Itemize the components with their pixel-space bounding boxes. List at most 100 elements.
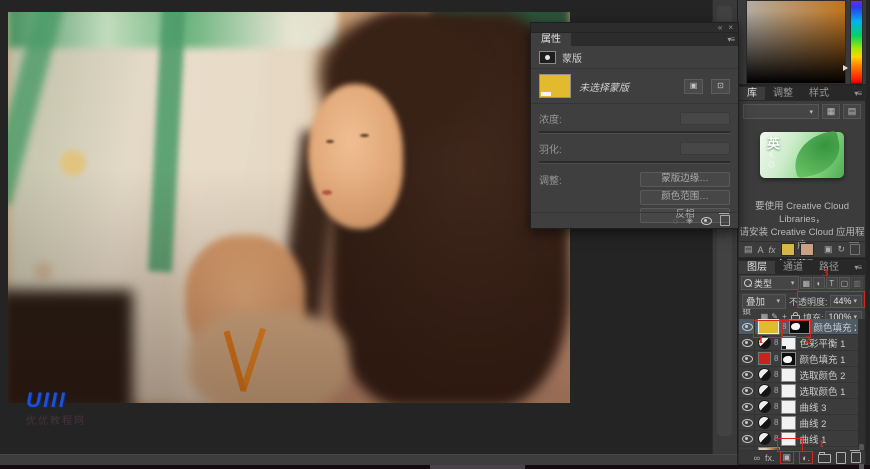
tab-styles[interactable]: 样式 <box>801 87 837 100</box>
color-range-button[interactable]: 颜色范围… <box>640 190 730 205</box>
layer-visibility-toggle[interactable] <box>741 319 755 334</box>
opacity-field[interactable]: 44% ▾ <box>830 295 862 308</box>
layer-row[interactable]: 8曲线 1 <box>739 431 858 447</box>
library-options-icon[interactable]: ▣ <box>824 244 833 255</box>
layer-thumbnail[interactable] <box>758 400 771 413</box>
mask-link-icon: 8 <box>774 338 778 347</box>
density-value-field[interactable] <box>680 112 730 125</box>
sync-icon[interactable]: ↻ <box>837 244 845 255</box>
layer-visibility-toggle[interactable] <box>741 431 755 446</box>
layer-row[interactable]: 8曲线 2 <box>739 415 858 431</box>
layer-name[interactable]: 曲线 2 <box>799 416 826 430</box>
add-layer-style-icon[interactable]: fx <box>769 245 776 255</box>
layer-mask-thumbnail[interactable] <box>781 416 796 430</box>
layer-visibility-toggle[interactable] <box>741 351 755 366</box>
tab-libraries[interactable]: 库 <box>739 87 765 100</box>
layer-visibility-toggle[interactable] <box>741 415 755 430</box>
fill-color-swatch[interactable] <box>781 243 795 256</box>
hue-strip[interactable] <box>850 0 863 84</box>
new-group-icon[interactable] <box>818 454 831 463</box>
panel-menu-icon[interactable]: ▾≡ <box>854 87 865 100</box>
add-layer-mask-icon[interactable]: ▣ <box>783 452 792 463</box>
close-panel-icon[interactable]: × <box>728 24 733 32</box>
toggle-mask-eye-icon[interactable] <box>701 217 712 225</box>
layer-mask-thumbnail[interactable] <box>781 384 796 398</box>
layer-row[interactable]: 8颜色填充 1 <box>739 351 858 367</box>
filter-smart-objects-icon[interactable]: ▥ <box>851 277 863 289</box>
stroke-color-swatch[interactable] <box>800 243 814 256</box>
mask-section-header: 蒙版 <box>531 46 738 69</box>
hue-slider-arrow-icon[interactable] <box>843 65 848 71</box>
panel-menu-icon[interactable]: ▾≡ <box>854 261 865 274</box>
filter-type-select[interactable]: 类型 ▾ <box>741 276 799 290</box>
layer-thumbnail[interactable] <box>758 352 771 365</box>
layer-name[interactable]: 曲线 3 <box>799 400 826 414</box>
layer-visibility-toggle[interactable] <box>741 399 755 414</box>
filter-type-layers-icon[interactable]: T <box>826 277 838 289</box>
layer-mask-thumbnail[interactable] <box>781 336 796 350</box>
layer-row[interactable]: 8选取颜色 2 <box>739 367 858 383</box>
collapse-panel-icon[interactable]: « <box>718 24 722 32</box>
layer-mask-thumbnail[interactable] <box>789 319 810 334</box>
filter-type-label: 类型 <box>754 277 772 290</box>
grid-view-button[interactable]: ▦ <box>822 104 840 119</box>
load-selection-icon[interactable]: ◌ <box>673 216 678 226</box>
add-vector-mask-button[interactable]: ⊡ <box>711 79 730 94</box>
filter-pixel-layers-icon[interactable]: ▦ <box>800 277 812 289</box>
panel-menu-icon[interactable]: ▾≡ <box>727 33 738 46</box>
new-layer-icon[interactable] <box>836 452 846 464</box>
scrollbar-thumb[interactable] <box>430 465 525 469</box>
layer-thumbnail[interactable] <box>758 336 771 349</box>
saturation-brightness-field[interactable] <box>746 0 846 84</box>
layer-name[interactable]: 选取颜色 1 <box>799 384 845 398</box>
fill-layer-thumbnail[interactable] <box>539 74 571 98</box>
delete-layer-icon[interactable] <box>851 452 861 463</box>
layer-visibility-toggle[interactable] <box>741 383 755 398</box>
bottom-scrollbar[interactable] <box>0 465 870 469</box>
layer-visibility-toggle[interactable] <box>741 367 755 382</box>
tab-properties[interactable]: 属性 <box>531 33 571 46</box>
layer-name[interactable]: 颜色填充 2 <box>813 320 856 334</box>
blend-options-row: 叠加 ▾ 不透明度: 44% ▾ <box>739 292 865 310</box>
tab-adjustments[interactable]: 调整 <box>765 87 801 100</box>
tab-channels[interactable]: 通道 <box>775 261 811 274</box>
add-character-style-icon[interactable]: A <box>758 245 764 255</box>
layer-style-icon[interactable]: fx. <box>765 453 775 463</box>
layer-thumbnail[interactable] <box>758 384 771 397</box>
layer-mask-thumbnail[interactable] <box>781 432 796 446</box>
layer-mask-thumbnail[interactable] <box>781 352 796 366</box>
layer-mask-thumbnail[interactable] <box>781 400 796 414</box>
layer-thumbnail[interactable] <box>758 368 771 381</box>
filter-adjustment-layers-icon[interactable]: ◐ <box>813 277 825 289</box>
layer-thumbnail[interactable] <box>758 319 779 334</box>
feather-value-field[interactable] <box>680 142 730 155</box>
blend-mode-select[interactable]: 叠加 ▾ <box>742 294 786 309</box>
layer-row[interactable]: 8选取颜色 1 <box>739 383 858 399</box>
delete-library-item-icon[interactable] <box>850 244 860 255</box>
layer-thumbnail[interactable] <box>758 416 771 429</box>
link-layers-icon[interactable]: ∞ <box>754 453 760 463</box>
apply-mask-icon[interactable]: ◈ <box>686 215 693 226</box>
layer-row[interactable]: 8 色彩平衡 1 <box>739 335 858 351</box>
layer-name[interactable]: 选取颜色 2 <box>799 368 845 382</box>
layers-list: 8颜色填充 2 8 色彩平衡 18颜色填充 18选取颜色 28选取颜色 18曲线 3… <box>739 319 858 451</box>
library-select[interactable]: ▾ <box>743 104 819 119</box>
delete-mask-icon[interactable] <box>720 215 730 226</box>
mask-edge-button[interactable]: 蒙版边缘… <box>640 172 730 187</box>
tab-paths[interactable]: 路径 <box>811 261 847 274</box>
layers-scrollbar[interactable] <box>858 319 865 451</box>
filter-shape-layers-icon[interactable]: ▢ <box>839 277 851 289</box>
list-view-button[interactable]: ▤ <box>843 104 861 119</box>
add-graphic-icon[interactable]: ▤ <box>744 244 753 255</box>
layer-thumbnail[interactable] <box>758 432 771 445</box>
layer-row[interactable]: 8曲线 3 <box>739 399 858 415</box>
layer-name[interactable]: 曲线 1 <box>799 432 826 446</box>
layer-name[interactable]: 色彩平衡 1 <box>799 336 845 350</box>
tab-layers[interactable]: 图层 <box>739 261 775 274</box>
add-pixel-mask-button[interactable]: ▣ <box>684 79 703 94</box>
new-adjustment-layer-icon[interactable]: ◐. <box>802 453 810 463</box>
layer-name[interactable]: 颜色填充 1 <box>799 352 845 366</box>
layer-row[interactable]: 8颜色填充 2 <box>739 319 858 335</box>
layer-visibility-toggle[interactable] <box>741 335 755 350</box>
layer-mask-thumbnail[interactable] <box>781 368 796 382</box>
